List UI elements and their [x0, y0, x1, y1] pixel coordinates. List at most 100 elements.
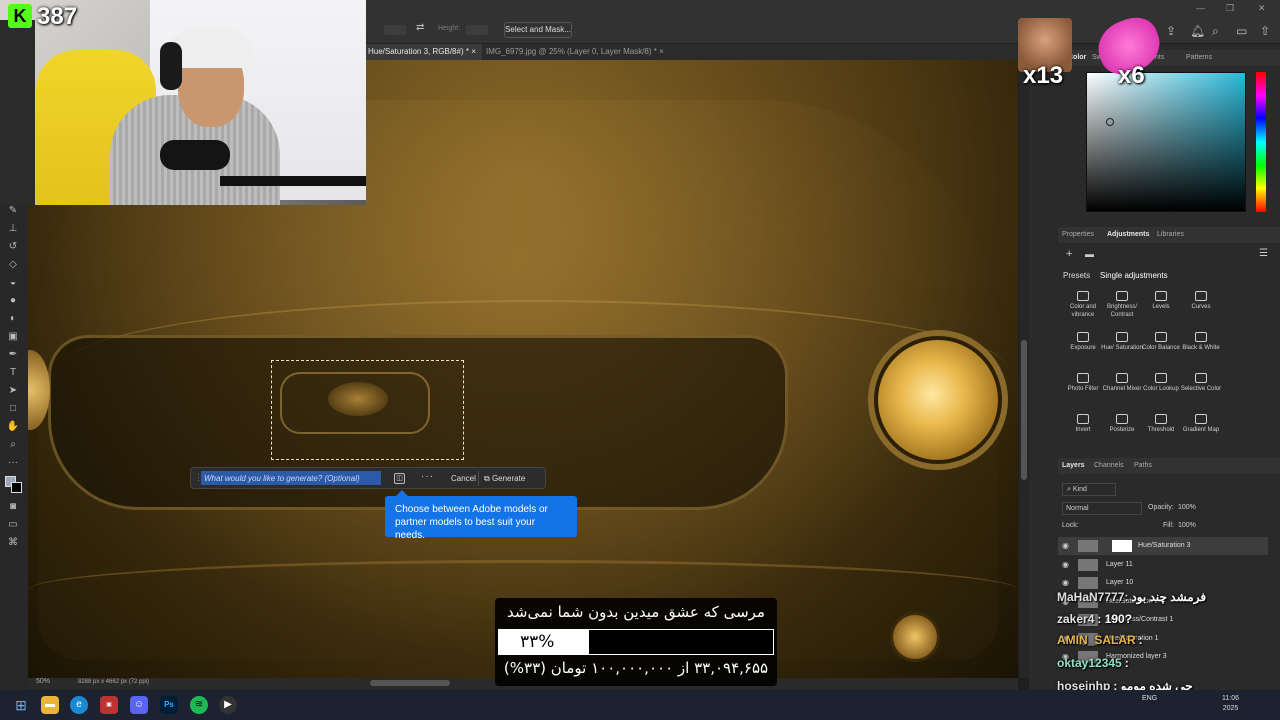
tab-single-adjustments[interactable]: Single adjustments — [1100, 271, 1168, 280]
zoom-tool-icon[interactable]: ⌕ — [4, 438, 22, 452]
media-player-icon[interactable]: ▶ — [219, 696, 237, 714]
rectangle-tool-icon[interactable]: □ — [4, 402, 22, 416]
discord-icon[interactable]: ☺ — [130, 696, 148, 714]
vertical-scrollbar[interactable] — [1021, 340, 1027, 480]
adjustment-camera[interactable]: Photo Filter — [1062, 373, 1104, 393]
tab-libraries[interactable]: Libraries — [1157, 227, 1184, 243]
swap-icon[interactable]: ⇄ — [416, 22, 424, 33]
adjustment-lookup[interactable]: Color Lookup — [1140, 373, 1182, 393]
tab-paths[interactable]: Paths — [1134, 458, 1152, 474]
hand-tool-icon[interactable]: ✋ — [4, 420, 22, 434]
adjustment-selective[interactable]: Selective Color — [1180, 373, 1222, 393]
add-icon[interactable]: + — [1066, 248, 1072, 260]
adjustment-hue[interactable]: Hue/ Saturation — [1101, 332, 1143, 352]
tab-hue-saturation-doc[interactable]: Hue/Saturation 3, RGB/8#) * × — [362, 44, 482, 60]
tab-adjustments[interactable]: Adjustments — [1107, 227, 1149, 243]
horizontal-scrollbar[interactable] — [370, 680, 450, 686]
adjustment-posterize[interactable]: Posterize — [1101, 414, 1143, 434]
zoom-level[interactable]: 50% — [36, 678, 50, 685]
share-icon[interactable]: ⇪ — [1166, 24, 1176, 38]
selective-icon — [1195, 373, 1207, 383]
hue-slider[interactable] — [1256, 72, 1266, 212]
layer-row[interactable]: ◉ Layer 11 — [1058, 556, 1268, 574]
cancel-button[interactable]: Cancel — [447, 471, 480, 486]
marquee-selection[interactable] — [271, 360, 464, 460]
more-options-button[interactable]: ··· — [421, 471, 434, 482]
adjustment-mixer[interactable]: Channel Mixer — [1101, 373, 1143, 393]
select-and-mask-button[interactable]: Select and Mask... — [504, 22, 572, 38]
chat-message: zaker4: 190? — [1057, 612, 1132, 626]
blend-mode-select[interactable]: Normal — [1062, 502, 1142, 515]
blur-tool-icon[interactable]: ● — [4, 294, 22, 308]
opacity-field[interactable]: 100% — [1178, 504, 1196, 511]
folder-icon[interactable]: ▬ — [1085, 249, 1094, 259]
generate-prompt-input[interactable] — [201, 471, 381, 485]
dodge-tool-icon[interactable]: ◐ — [4, 312, 22, 326]
adjustment-levels[interactable]: Levels — [1140, 291, 1182, 311]
adjustment-balance[interactable]: Color Balance — [1140, 332, 1182, 352]
sponge-tool-icon[interactable]: ▣ — [4, 330, 22, 344]
search-icon[interactable]: ⌕ — [1212, 24, 1219, 39]
language-indicator[interactable]: ENG — [1142, 694, 1157, 704]
adjustment-triangle[interactable]: Color and vibrance — [1062, 291, 1104, 319]
tab-patterns[interactable]: Patterns — [1186, 50, 1212, 66]
frame-tool-icon[interactable]: ⌘ — [4, 536, 22, 550]
windows-start-icon[interactable]: ⊞ — [12, 696, 30, 714]
tab-channels[interactable]: Channels — [1094, 458, 1124, 474]
background-color-swatch[interactable] — [11, 482, 22, 493]
height-field[interactable] — [466, 25, 488, 35]
generate-button[interactable]: ⧉ Generate — [484, 471, 525, 486]
tab-img-6979[interactable]: IMG_6979.jpg @ 25% (Layer 0, Layer Mask/… — [480, 44, 670, 60]
layer-row[interactable]: ◉ Hue/Saturation 3 — [1058, 537, 1268, 555]
adjustment-exposure[interactable]: Exposure — [1062, 332, 1104, 352]
type-tool-icon[interactable]: T — [4, 366, 22, 380]
tab-properties[interactable]: Properties — [1062, 227, 1094, 243]
brush-tool-icon[interactable]: ✎ — [4, 204, 22, 218]
adjustment-sun[interactable]: Brightness/ Contrast — [1101, 291, 1143, 319]
quick-mask-icon[interactable]: ◙ — [4, 500, 22, 514]
width-field[interactable] — [384, 25, 406, 35]
restore-icon[interactable]: ❐ — [1226, 3, 1234, 14]
model-picker-icon[interactable]: ◫ — [394, 473, 405, 484]
visibility-eye-icon[interactable]: ◉ — [1062, 556, 1069, 574]
bucket-tool-icon[interactable]: ◒ — [4, 276, 22, 290]
contextual-task-bar: ⋮ ◫ ··· Cancel ⧉ Generate — [190, 467, 546, 489]
history-brush-icon[interactable]: ↺ — [4, 240, 22, 254]
workspace-icon[interactable]: ▭ — [1236, 24, 1247, 38]
bell-icon[interactable]: 🔔︎ — [1190, 24, 1205, 38]
visibility-eye-icon[interactable]: ◉ — [1062, 537, 1069, 555]
tab-close-icon[interactable]: × — [471, 47, 476, 56]
adjustment-bw[interactable]: Black & White — [1180, 332, 1222, 352]
tab-layers[interactable]: Layers — [1062, 458, 1085, 474]
list-view-icon[interactable]: ☰ — [1259, 248, 1268, 259]
balance-icon — [1155, 332, 1167, 342]
system-clock[interactable]: 11:06 2025 — [1222, 694, 1239, 714]
tab-close-icon[interactable]: × — [659, 47, 664, 56]
close-icon[interactable]: ✕ — [1258, 3, 1266, 14]
color-field[interactable] — [1086, 72, 1246, 212]
minimize-icon[interactable]: — — [1196, 3, 1205, 13]
chat-message: AMIN_SALAR: — [1057, 633, 1143, 647]
screen-mode-icon[interactable]: ▭ — [4, 518, 22, 532]
layer-filter-select[interactable]: ⌕ Kind — [1062, 483, 1116, 496]
eraser-tool-icon[interactable]: ◇ — [4, 258, 22, 272]
adjustment-curves[interactable]: Curves — [1180, 291, 1222, 311]
edge-icon[interactable]: e — [70, 696, 88, 714]
path-select-icon[interactable]: ➤ — [4, 384, 22, 398]
divider — [478, 471, 479, 486]
tab-presets[interactable]: Presets — [1063, 271, 1090, 280]
adjustment-invert[interactable]: Invert — [1062, 414, 1104, 434]
file-explorer-icon[interactable]: ▬ — [41, 696, 59, 714]
stamp-tool-icon[interactable]: ⊥ — [4, 222, 22, 236]
share-cloud-icon[interactable]: ⇧ — [1260, 24, 1270, 38]
pen-tool-icon[interactable]: ✒ — [4, 348, 22, 362]
color-picker-handle[interactable] — [1106, 118, 1114, 126]
adjustment-gradient-map[interactable]: Gradient Map — [1180, 414, 1222, 434]
adjustment-threshold[interactable]: Threshold — [1140, 414, 1182, 434]
spotify-icon[interactable]: ≋ — [190, 696, 208, 714]
photoshop-icon[interactable]: Ps — [160, 696, 178, 714]
mic-arm — [220, 176, 366, 186]
fill-field[interactable]: 100% — [1178, 522, 1196, 529]
more-tools-icon[interactable]: ··· — [4, 456, 22, 470]
streamer-app-icon[interactable]: ▣ — [100, 696, 118, 714]
